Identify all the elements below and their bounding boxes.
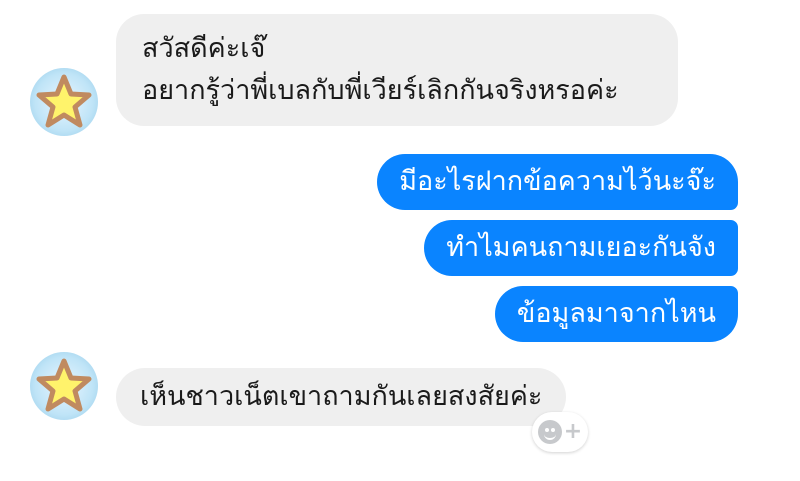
sender-avatar[interactable] — [30, 68, 98, 136]
outgoing-message-bubble[interactable]: ข้อมูลมาจากไหน — [494, 286, 738, 342]
star-avatar-icon — [36, 74, 92, 128]
message-text: ข้อมูลมาจากไหน — [516, 298, 716, 329]
sender-avatar[interactable] — [30, 352, 98, 420]
outgoing-message-bubble[interactable]: ทำไมคนถามเยอะกันจัง — [424, 220, 738, 276]
incoming-message-bubble[interactable]: เห็นชาวเน็ตเขาถามกันเลยสงสัยค่ะ — [116, 368, 567, 426]
message-text: ทำไมคนถามเยอะกันจัง — [446, 232, 716, 263]
outgoing-message-bubble[interactable]: มีอะไรฝากข้อความไว้นะจ๊ะ — [377, 154, 738, 210]
message-text: เห็นชาวเน็ตเขาถามกันเลยสงสัยค่ะ — [140, 381, 543, 412]
incoming-message-bubble[interactable]: สวัสดีค่ะเจ๊ อยากรู้ว่าพี่เบลกับพี่เวียร… — [116, 14, 678, 126]
plus-icon: + — [563, 419, 583, 444]
message-text-line: อยากรู้ว่าพี่เบลกับพี่เวียร์เลิกกันจริงห… — [142, 75, 619, 106]
add-reaction-button[interactable]: + — [532, 412, 588, 452]
message-text: มีอะไรฝากข้อความไว้นะจ๊ะ — [399, 166, 716, 197]
smiley-icon — [537, 420, 562, 444]
message-text-line: สวัสดีค่ะเจ๊ — [142, 33, 266, 64]
star-avatar-icon — [36, 358, 92, 412]
